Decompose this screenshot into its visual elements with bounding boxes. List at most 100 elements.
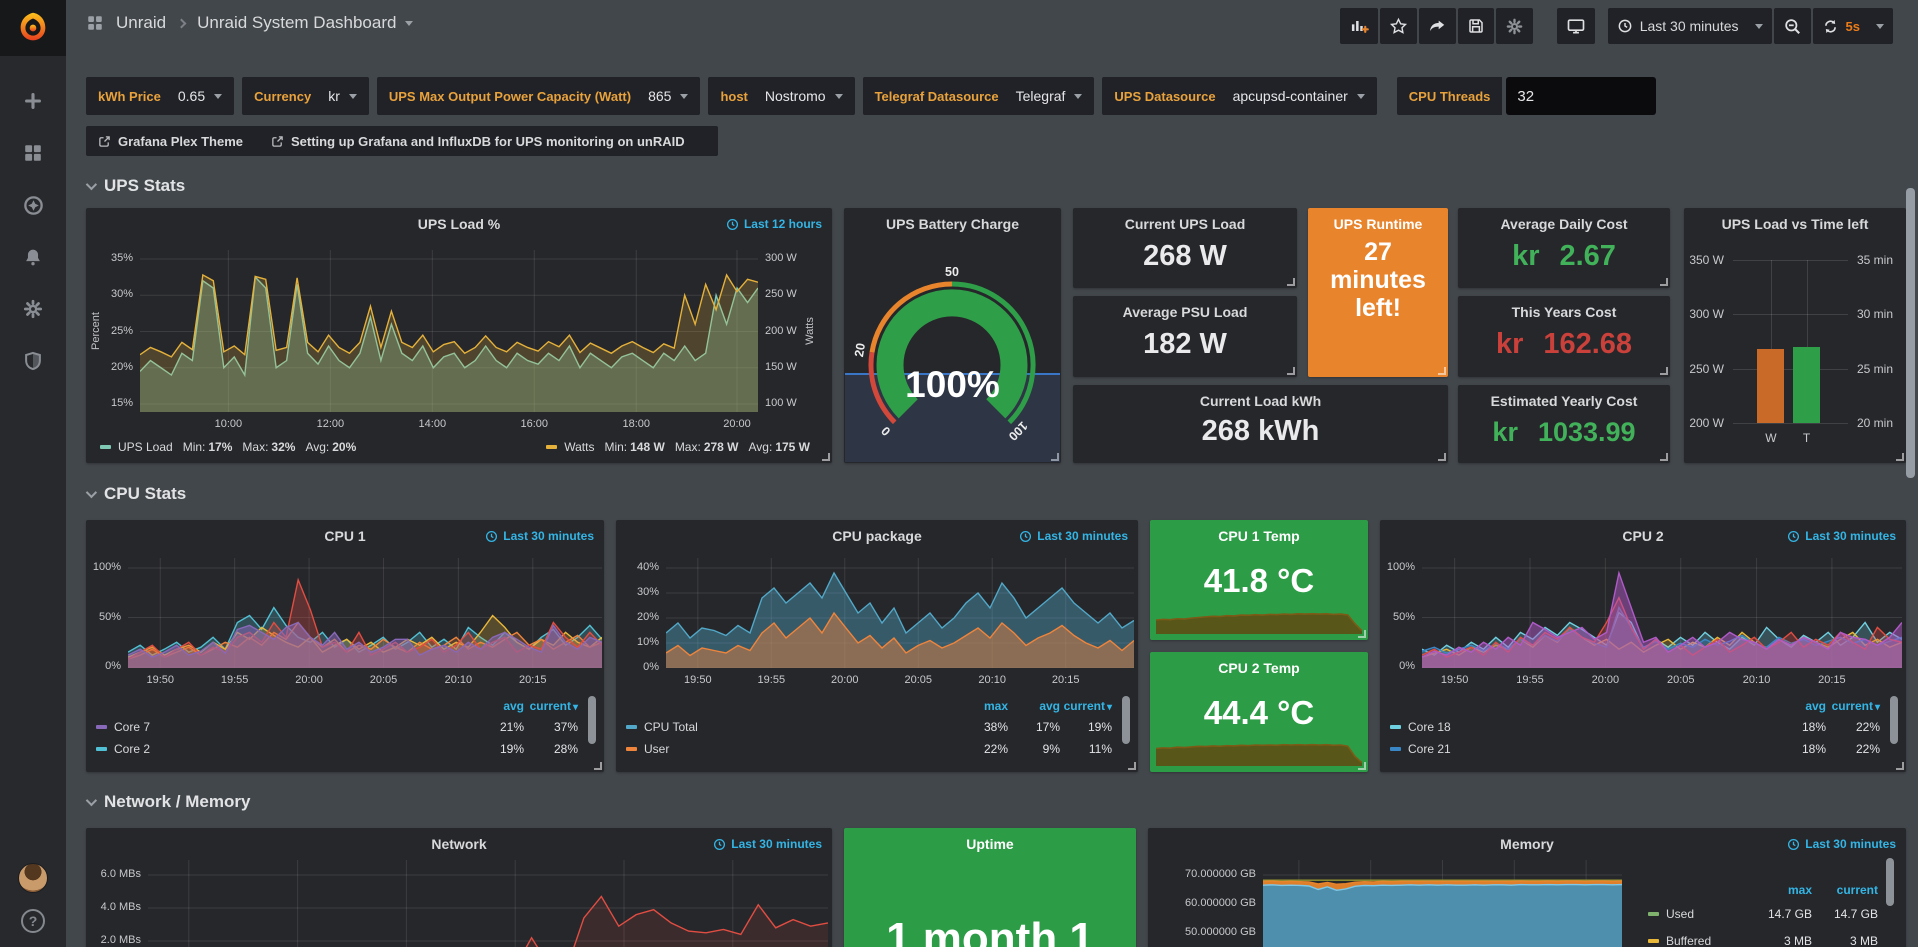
server-admin-button[interactable] (16, 344, 50, 378)
stat-value: kr2.67 (1458, 240, 1670, 273)
chart-plot-area[interactable] (1422, 558, 1902, 668)
chart-plot-area[interactable] (128, 558, 602, 668)
legend-series-toggle[interactable]: Used (1648, 907, 1746, 921)
panel-title[interactable]: UPS Load vs Time left (1684, 216, 1906, 232)
panel-title[interactable]: CPU 2 Temp (1150, 660, 1368, 676)
panel-title[interactable]: CPU 1 Temp (1150, 528, 1368, 544)
chart-plot-area[interactable] (666, 558, 1134, 668)
legend-sort-max[interactable]: max (1746, 883, 1812, 897)
panel-title[interactable]: UPS Battery Charge (844, 216, 1061, 232)
save-button[interactable] (1458, 8, 1494, 44)
panel-title[interactable]: Estimated Yearly Cost (1458, 393, 1670, 409)
chevron-down-icon[interactable] (405, 21, 413, 26)
dashboard-settings-button[interactable] (1496, 8, 1533, 44)
link-grafana-plex-theme[interactable]: Grafana Plex Theme (98, 134, 243, 149)
panel-title[interactable]: This Years Cost (1458, 304, 1670, 320)
legend-item[interactable]: UPS LoadMin:17%Max:32%Avg:20% (100, 440, 366, 454)
legend-sort-avg[interactable]: avg (470, 699, 524, 713)
chart-plot-area[interactable] (140, 250, 758, 412)
legend-sort-max[interactable]: max (956, 699, 1008, 713)
bar-T[interactable] (1793, 347, 1820, 423)
variable-currency[interactable]: Currency kr (242, 77, 369, 115)
panel-title[interactable]: Average Daily Cost (1458, 216, 1670, 232)
alerting-button[interactable] (16, 240, 50, 274)
legend-sort-current[interactable]: current▾ (524, 699, 578, 713)
cpu-threads-input[interactable] (1506, 77, 1656, 115)
y2-axis-tick: 250 W (765, 288, 797, 300)
legend-scrollbar[interactable] (1890, 696, 1898, 744)
variable-telegraf-datasource[interactable]: Telegraf Datasource Telegraf (863, 77, 1095, 115)
x-axis-tick: 19:50 (1427, 674, 1483, 686)
share-button[interactable] (1419, 8, 1456, 44)
legend-sort-current[interactable]: current (1812, 883, 1878, 897)
x-axis-tick: 20:15 (1804, 674, 1860, 686)
stat-value: kr162.68 (1458, 328, 1670, 361)
legend-series-toggle[interactable]: CPU Total (626, 720, 956, 734)
panel-title[interactable]: UPS Runtime (1308, 216, 1448, 232)
chevron-down-icon (86, 179, 97, 190)
variable-host[interactable]: host Nostromo (708, 77, 854, 115)
breadcrumb-app[interactable]: Unraid (116, 13, 166, 33)
user-avatar[interactable] (18, 863, 48, 893)
legend-sort-current[interactable]: current▾ (1060, 699, 1112, 713)
cycle-view-button[interactable] (1557, 8, 1595, 44)
panel-title[interactable]: Uptime (844, 836, 1136, 852)
time-range-picker[interactable]: Last 30 minutes (1608, 8, 1772, 44)
bar-W[interactable] (1757, 349, 1784, 423)
x-axis-tick: 14:00 (404, 418, 460, 430)
dashboard-title[interactable]: Unraid System Dashboard (197, 13, 396, 33)
add-panel-button[interactable] (1340, 8, 1378, 44)
legend-scrollbar[interactable] (588, 696, 596, 744)
configuration-button[interactable] (16, 292, 50, 326)
variable-ups-max-output[interactable]: UPS Max Output Power Capacity (Watt) 865 (377, 77, 701, 115)
zoom-out-button[interactable] (1774, 8, 1811, 44)
x-axis-tick: 19:55 (743, 674, 799, 686)
panel-title[interactable]: UPS Load % (86, 216, 832, 232)
panel-network: Network Last 30 minutes 6.0 MBs4.0 MBs2.… (86, 828, 832, 947)
panel-title[interactable]: Current Load kWh (1073, 393, 1448, 409)
grafana-logo[interactable] (0, 0, 66, 56)
legend-series-toggle[interactable]: Core 7 (96, 720, 470, 734)
variable-kwh-price[interactable]: kWh Price 0.65 (86, 77, 234, 115)
chart-plot-area[interactable] (148, 860, 828, 947)
chart-plot-area[interactable] (1263, 860, 1622, 947)
refresh-button[interactable]: 5s (1813, 8, 1893, 44)
section-ups-stats[interactable]: UPS Stats (86, 176, 185, 196)
stat-value: 41.8 °C (1150, 562, 1368, 600)
legend-series-toggle[interactable]: Core 18 (1390, 720, 1772, 734)
clock-icon (485, 530, 498, 543)
section-cpu-stats[interactable]: CPU Stats (86, 484, 186, 504)
create-plus-button[interactable] (16, 84, 50, 118)
panel-this-years-cost: This Years Cost kr162.68 (1458, 296, 1670, 377)
section-network-memory[interactable]: Network / Memory (86, 792, 250, 812)
legend-sort-current[interactable]: current▾ (1826, 699, 1880, 713)
star-button[interactable] (1380, 8, 1417, 44)
dashboards-button[interactable] (16, 136, 50, 170)
refresh-interval-label[interactable]: 5s (1846, 19, 1860, 34)
panel-title[interactable]: Average PSU Load (1073, 304, 1297, 320)
legend-series-toggle[interactable]: User (626, 742, 956, 756)
legend-series-toggle[interactable]: Core 2 (96, 742, 470, 756)
page-scrollbar[interactable] (1906, 188, 1915, 478)
legend-item[interactable]: WattsMin:148 WMax:278 WAvg:175 W (546, 440, 820, 454)
legend-series-toggle[interactable]: Core 21 (1390, 742, 1772, 756)
clock-icon (1787, 530, 1800, 543)
x-axis-tick: 20:10 (1729, 674, 1785, 686)
variable-ups-datasource[interactable]: UPS Datasource apcupsd-container (1102, 77, 1376, 115)
legend-row: Used14.7 GB14.7 GB (1648, 900, 1878, 927)
help-button[interactable]: ? (21, 909, 45, 933)
panel-cpu-1: CPU 1 Last 30 minutes 100%50%0%19:5019:5… (86, 520, 604, 772)
legend-scrollbar[interactable] (1122, 696, 1130, 744)
panel-memory: Memory Last 30 minutes 70.000000 GB60.00… (1148, 828, 1906, 947)
link-ups-monitoring-guide[interactable]: Setting up Grafana and InfluxDB for UPS … (271, 134, 685, 149)
apps-grid-icon[interactable] (86, 14, 104, 32)
y-axis-tick: 4.0 MBs (101, 901, 141, 913)
explore-button[interactable] (16, 188, 50, 222)
legend-scrollbar[interactable] (1886, 858, 1894, 906)
legend-sort-avg[interactable]: avg (1008, 699, 1060, 713)
legend-sort-avg[interactable]: avg (1772, 699, 1826, 713)
legend-series-toggle[interactable]: Buffered (1648, 934, 1746, 947)
panel-title[interactable]: Current UPS Load (1073, 216, 1297, 232)
y-axis-tick: 200 W (1689, 416, 1724, 430)
x-axis-tick: 20:05 (890, 674, 946, 686)
